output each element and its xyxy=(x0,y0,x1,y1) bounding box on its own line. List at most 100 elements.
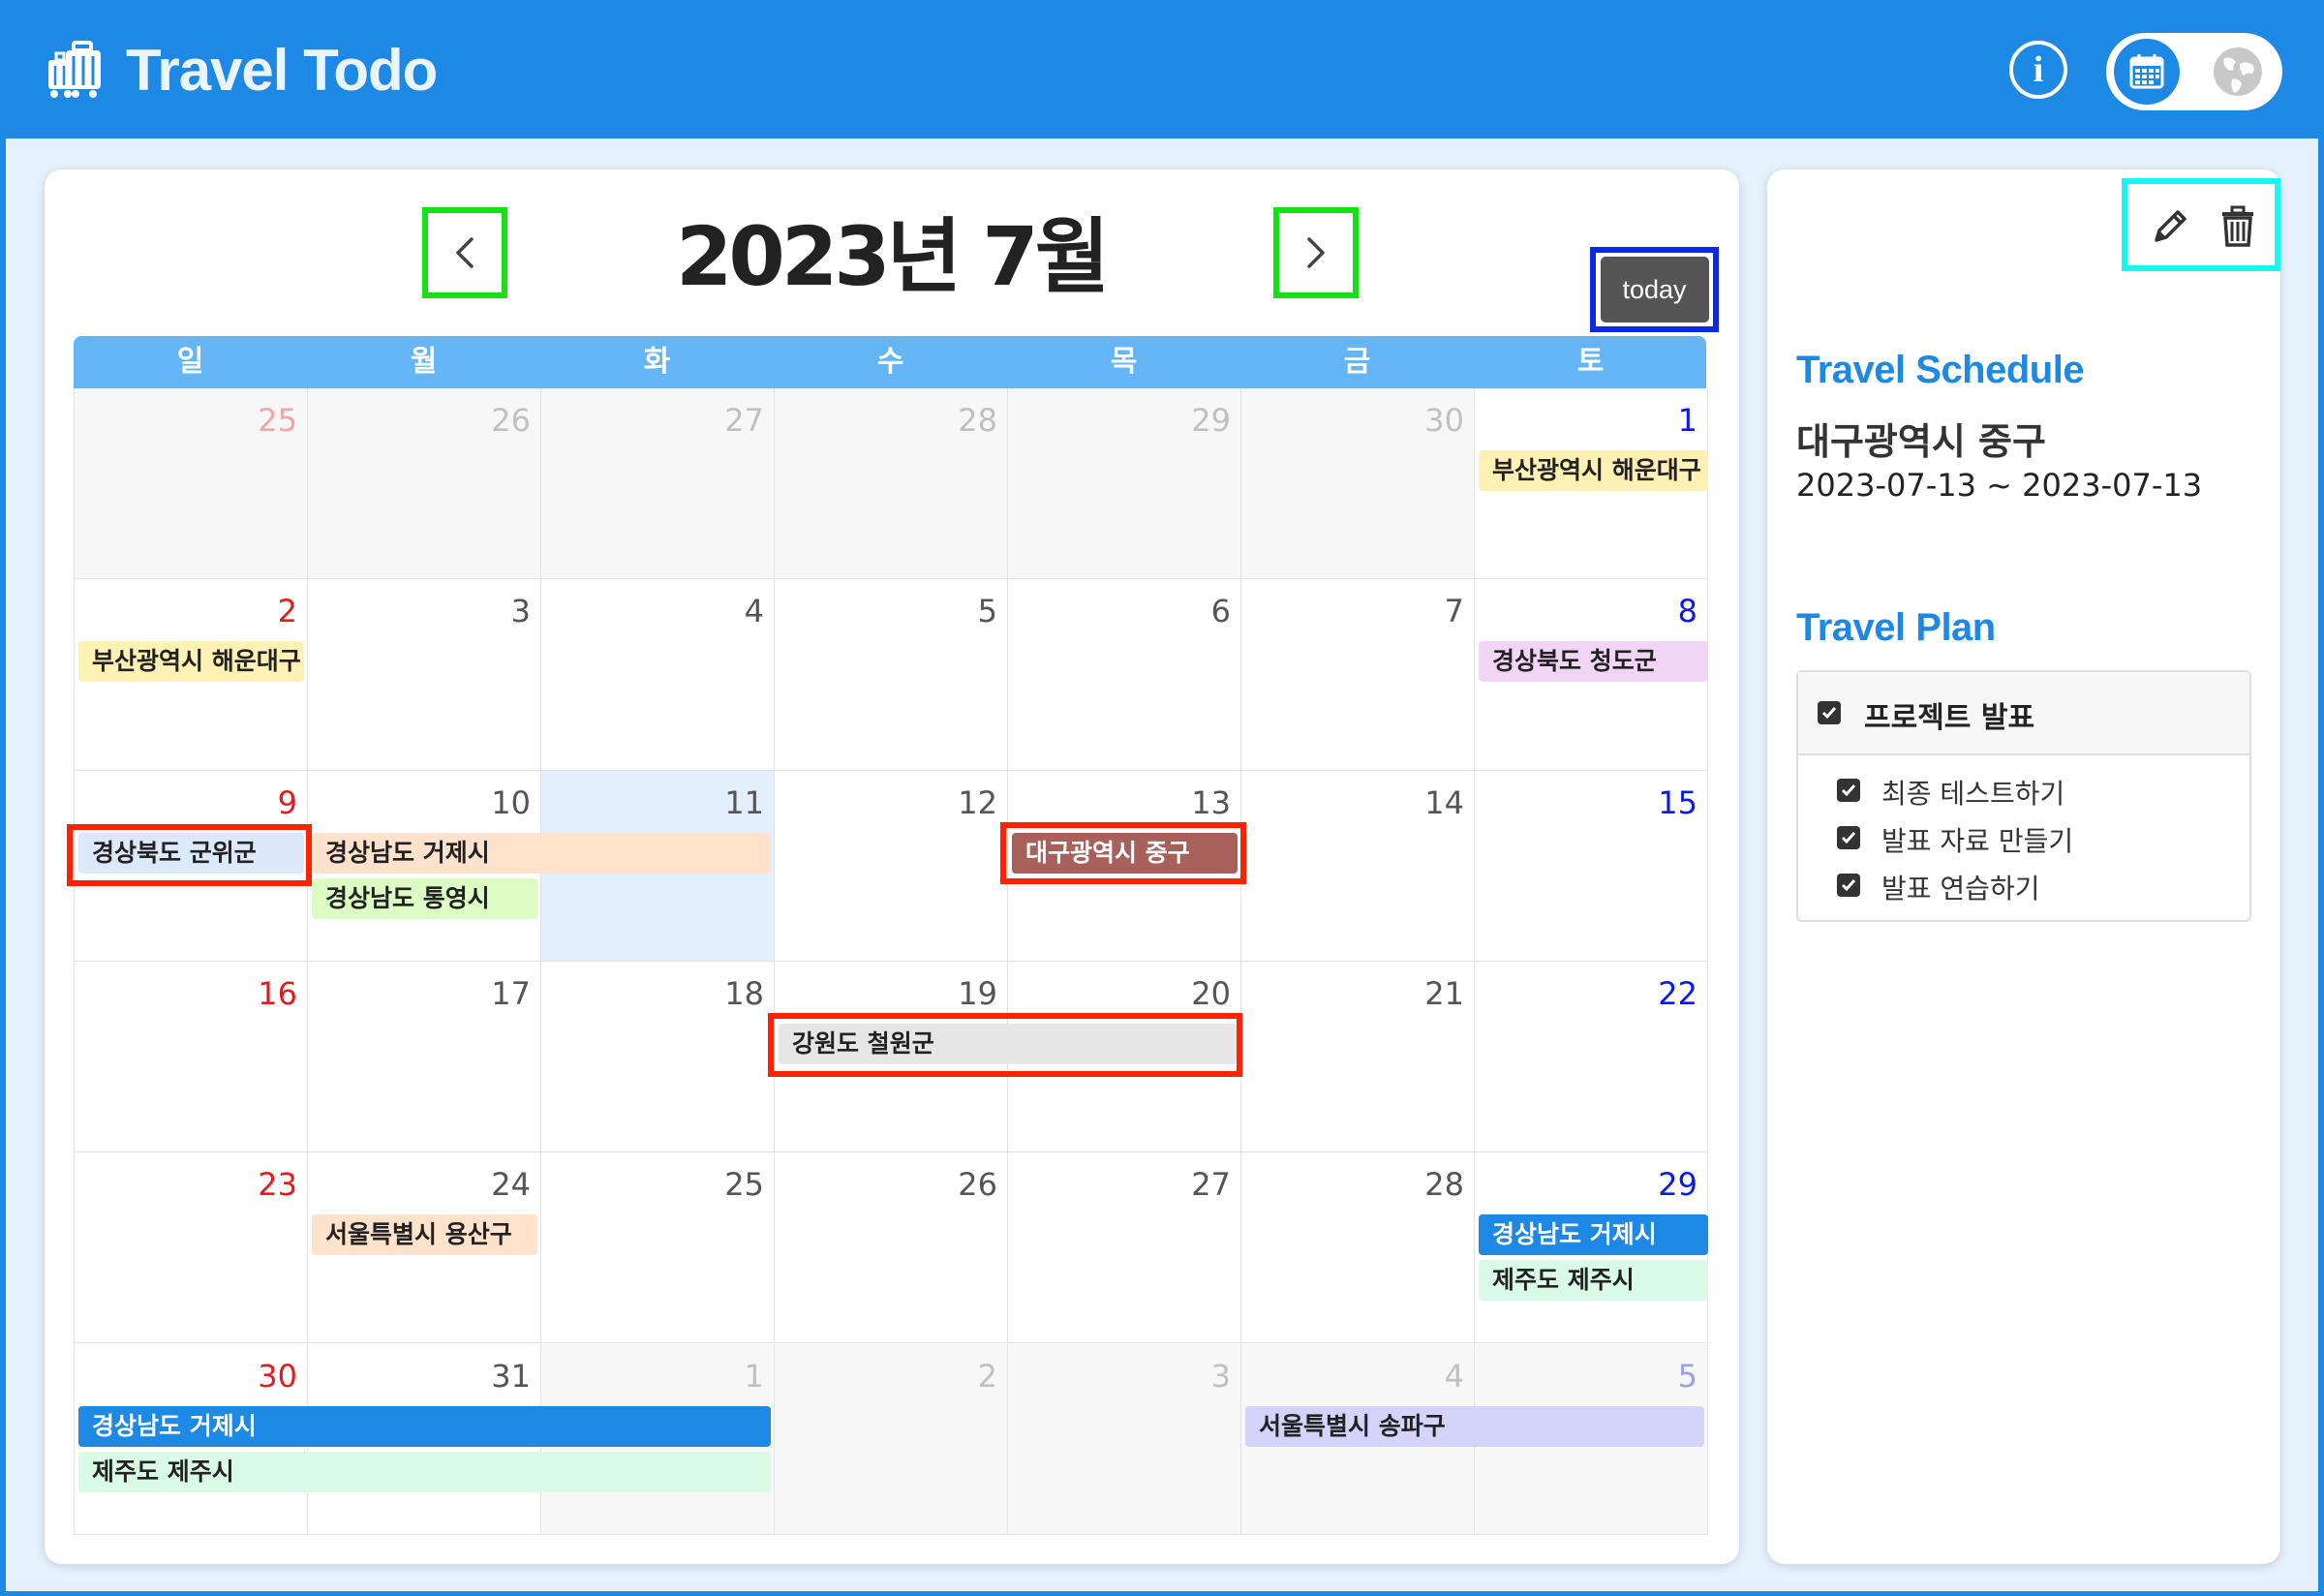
day-number: 11 xyxy=(724,783,764,821)
edit-button[interactable] xyxy=(2149,205,2191,248)
plan-card: 프로젝트 발표 최종 테스트하기 발표 자료 만들기 발표 연습하기 xyxy=(1796,670,2251,922)
day-cell[interactable]: 15 xyxy=(1475,770,1708,962)
day-cell[interactable]: 26 xyxy=(308,388,541,580)
day-cell[interactable]: 6 xyxy=(1008,579,1241,771)
day-number: 26 xyxy=(958,1166,997,1204)
day-number: 3 xyxy=(510,593,531,630)
prev-month-button[interactable] xyxy=(422,207,507,298)
calendar-event[interactable]: 경상남도 통영시 xyxy=(312,877,537,919)
day-number: 28 xyxy=(958,402,997,439)
plan-item-checkbox[interactable] xyxy=(1837,874,1860,897)
today-button-frame: today xyxy=(1590,247,1719,332)
day-cell[interactable]: 29 xyxy=(1008,388,1241,580)
day-number: 15 xyxy=(1658,783,1697,821)
weekday-header: 일 월 화 수 목 금 토 xyxy=(74,336,1706,388)
calendar-event[interactable]: 경상남도 거제시 xyxy=(1479,1214,1708,1256)
day-cell[interactable]: 2 xyxy=(775,1343,1008,1535)
day-cell[interactable]: 30 xyxy=(1241,388,1475,580)
plan-item-checkbox[interactable] xyxy=(1837,826,1860,849)
day-cell[interactable]: 18 xyxy=(541,961,775,1153)
day-cell[interactable]: 25 xyxy=(541,1152,775,1344)
calendar-event[interactable]: 제주도 제주시 xyxy=(1479,1260,1708,1302)
day-cell[interactable]: 28 xyxy=(1241,1152,1475,1344)
day-number: 30 xyxy=(258,1357,297,1395)
calendar-event[interactable]: 부산광역시 해운대구 xyxy=(78,641,304,683)
plan-item-checkbox[interactable] xyxy=(1837,779,1860,802)
day-cell[interactable]: 14 xyxy=(1241,770,1475,962)
weekday-fri: 금 xyxy=(1343,345,1371,379)
day-number: 7 xyxy=(1444,593,1464,630)
calendar-view-button[interactable] xyxy=(2114,39,2180,105)
next-month-button[interactable] xyxy=(1273,207,1359,298)
calendar-event[interactable]: 제주도 제주시 xyxy=(78,1451,771,1492)
day-number: 4 xyxy=(744,593,764,630)
day-cell[interactable]: 17 xyxy=(308,961,541,1153)
day-number: 5 xyxy=(1677,1357,1697,1395)
day-cell[interactable]: 25 xyxy=(75,388,308,580)
day-number: 18 xyxy=(724,974,764,1012)
check-icon xyxy=(1841,879,1856,892)
delete-button[interactable] xyxy=(2217,205,2259,248)
day-cell[interactable]: 16 xyxy=(75,961,308,1153)
day-cell[interactable]: 5 xyxy=(775,579,1008,771)
weekday-sun: 일 xyxy=(176,345,204,379)
day-number: 1 xyxy=(1677,402,1697,439)
trash-icon xyxy=(2222,205,2253,247)
info-button[interactable]: i xyxy=(2009,41,2067,99)
weekday-mon: 월 xyxy=(410,345,438,379)
check-icon xyxy=(1821,707,1837,720)
pencil-icon xyxy=(2155,210,2186,242)
day-cell[interactable]: 27 xyxy=(541,388,775,580)
day-cell[interactable]: 3 xyxy=(308,579,541,771)
day-cell[interactable]: 22 xyxy=(1475,961,1708,1153)
chevron-right-icon xyxy=(1307,237,1325,268)
day-cell[interactable]: 7 xyxy=(1241,579,1475,771)
day-cell[interactable]: 26 xyxy=(775,1152,1008,1344)
app-header: Travel Todo i xyxy=(0,0,2324,138)
day-number: 16 xyxy=(258,974,297,1012)
calendar-event[interactable]: 서울특별시 용산구 xyxy=(312,1214,537,1256)
day-number: 20 xyxy=(1191,974,1231,1012)
day-cell[interactable]: 28 xyxy=(775,388,1008,580)
day-number: 29 xyxy=(1658,1166,1697,1204)
calendar-grid: 25 26 27 28 29 30 1 2 3 4 5 6 7 8 9 10 11 12 13 14 15 16 17 18 1… xyxy=(74,388,1708,1535)
day-number: 24 xyxy=(491,1166,531,1204)
detail-toolbar xyxy=(2122,178,2280,271)
day-number: 13 xyxy=(1191,783,1231,821)
day-number: 3 xyxy=(1210,1357,1231,1395)
day-number: 25 xyxy=(724,1166,764,1204)
day-cell[interactable]: 23 xyxy=(75,1152,308,1344)
day-number: 6 xyxy=(1210,593,1231,630)
month-title: 2023년 7월 xyxy=(675,209,1110,304)
calendar-event[interactable]: 경상남도 거제시 xyxy=(312,832,771,874)
day-number: 23 xyxy=(258,1166,297,1204)
day-cell[interactable]: 4 xyxy=(541,579,775,771)
day-number: 22 xyxy=(1658,974,1697,1012)
plan-item-label: 발표 자료 만들기 xyxy=(1881,825,2074,857)
day-cell[interactable]: 21 xyxy=(1241,961,1475,1153)
calendar-event[interactable]: 경상남도 거제시 xyxy=(78,1405,771,1447)
calendar-event[interactable]: 부산광역시 해운대구 xyxy=(1479,450,1708,491)
day-cell[interactable]: 27 xyxy=(1008,1152,1241,1344)
day-cell[interactable]: 12 xyxy=(775,770,1008,962)
check-icon xyxy=(1841,784,1856,797)
day-cell[interactable]: 3 xyxy=(1008,1343,1241,1535)
day-number: 27 xyxy=(1191,1166,1231,1204)
today-button[interactable]: today xyxy=(1600,257,1709,322)
calendar-event[interactable]: 서울특별시 송파구 xyxy=(1245,1405,1704,1447)
day-number: 1 xyxy=(744,1357,764,1395)
schedule-title: 대구광역시 중구 xyxy=(1796,420,2046,463)
plan-card-header: 프로젝트 발표 xyxy=(1798,672,2249,755)
day-number: 8 xyxy=(1677,593,1697,630)
highlight-box xyxy=(67,824,312,886)
plan-title-checkbox[interactable] xyxy=(1818,701,1841,724)
day-number: 5 xyxy=(977,593,997,630)
calendar-event[interactable]: 경상북도 청도군 xyxy=(1479,641,1708,683)
map-view-button[interactable] xyxy=(2211,45,2265,99)
view-toggle[interactable] xyxy=(2106,33,2282,110)
info-icon: i xyxy=(2033,49,2044,90)
day-number: 14 xyxy=(1424,783,1464,821)
day-number: 28 xyxy=(1424,1166,1464,1204)
weekday-wed: 수 xyxy=(876,345,904,379)
schedule-dates: 2023-07-13 ~ 2023-07-13 xyxy=(1796,467,2203,504)
